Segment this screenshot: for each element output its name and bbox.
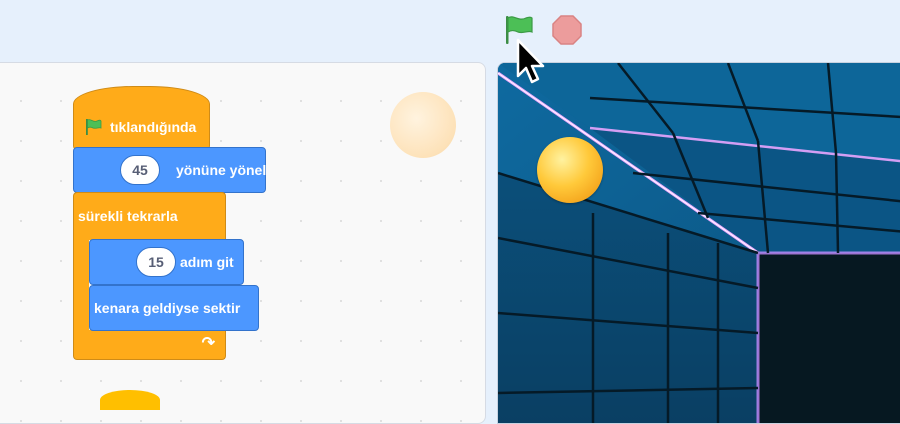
bounce-on-edge-block[interactable]: kenara geldiyse sektir xyxy=(89,285,259,331)
stage-backdrop xyxy=(498,63,900,423)
ball-sprite[interactable] xyxy=(537,137,603,203)
green-flag-icon xyxy=(86,119,102,135)
stage-toolbar xyxy=(0,0,900,62)
green-flag-icon xyxy=(506,16,533,44)
direction-input[interactable]: 45 xyxy=(120,155,160,185)
forever-block[interactable]: sürekli tekrarla xyxy=(73,192,226,240)
partial-hat-block[interactable] xyxy=(100,390,160,410)
forever-block-bottom[interactable]: ↷ xyxy=(73,330,226,360)
bounce-label: kenara geldiyse sektir xyxy=(94,300,241,316)
forever-label: sürekli tekrarla xyxy=(78,208,178,224)
direction-label: yönüne yönel xyxy=(176,162,267,178)
sprite-ghost-icon xyxy=(390,92,456,158)
stop-button[interactable] xyxy=(549,12,585,48)
loop-arrow-icon: ↷ xyxy=(201,335,215,352)
stage[interactable] xyxy=(497,62,900,424)
when-flag-clicked-block[interactable]: tıklandığında xyxy=(73,86,210,150)
stop-icon xyxy=(552,15,582,45)
point-in-direction-block[interactable]: 45 yönüne yönel xyxy=(73,147,266,193)
steps-input[interactable]: 15 xyxy=(136,247,176,277)
move-label: adım git xyxy=(180,254,234,270)
forever-block-arm xyxy=(73,232,89,336)
green-flag-button[interactable] xyxy=(500,10,538,48)
hat-label: tıklandığında xyxy=(110,119,197,135)
move-steps-block[interactable]: 15 adım git xyxy=(89,239,244,285)
